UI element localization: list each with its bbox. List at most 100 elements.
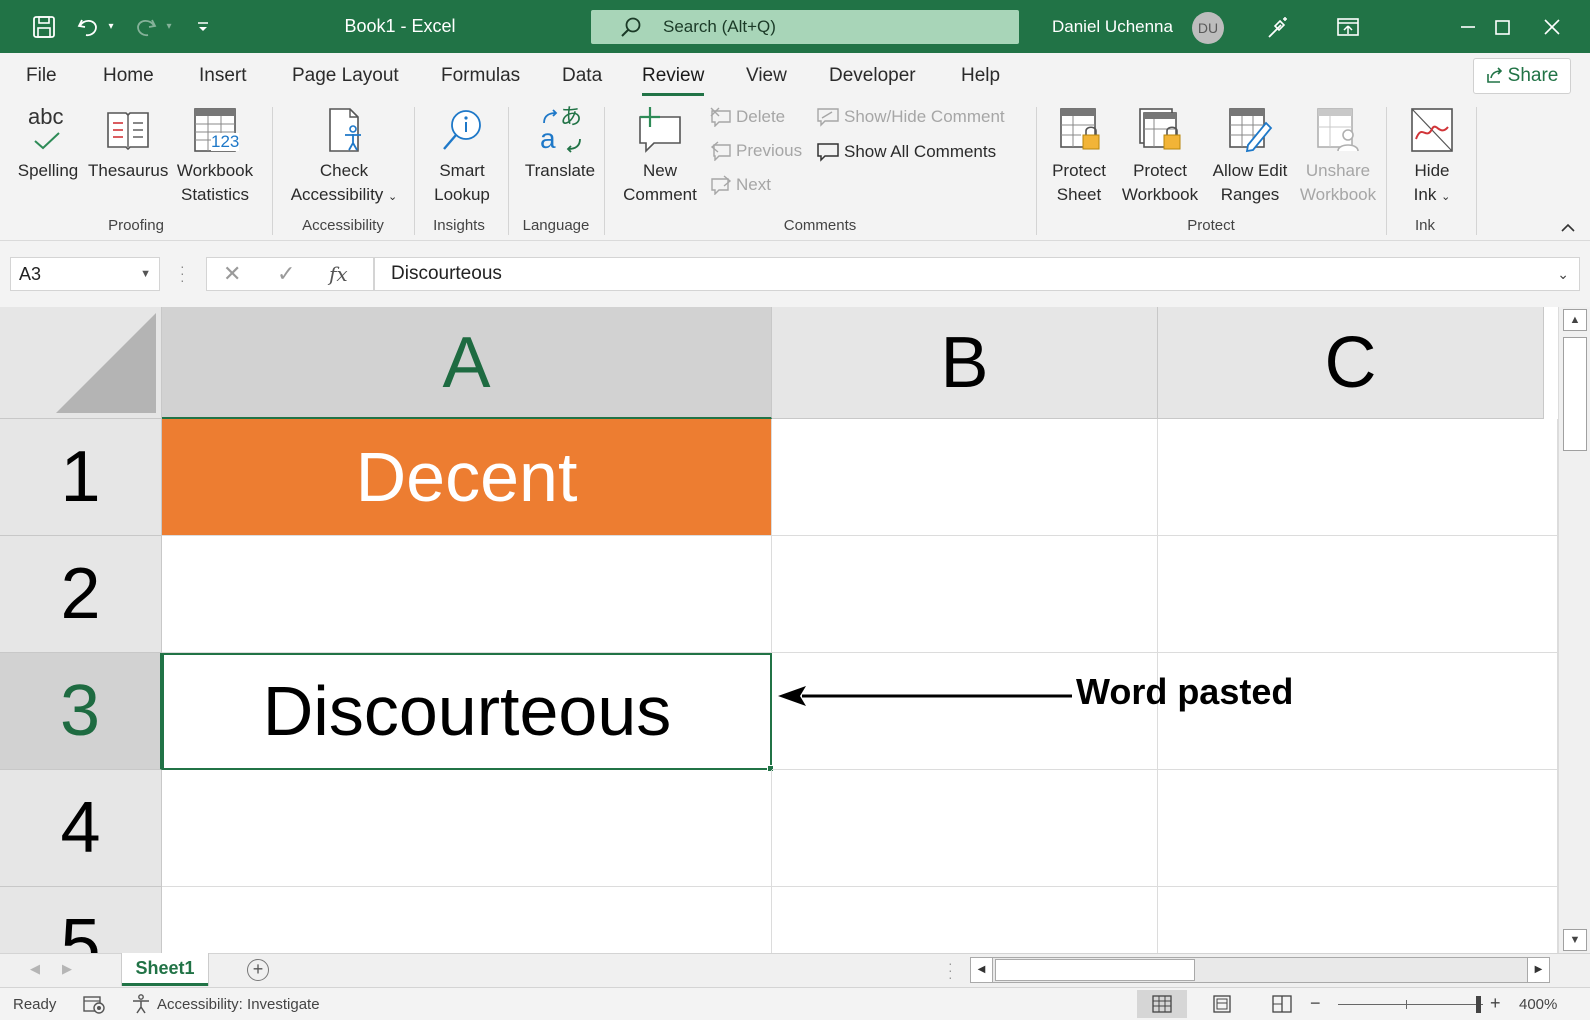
group-separator [1036, 107, 1037, 235]
tab-review[interactable]: Review [642, 65, 705, 96]
show-all-comments-button[interactable]: Show All Comments [816, 141, 996, 163]
row-header-3[interactable]: 3 [0, 653, 162, 770]
scroll-up-icon[interactable]: ▲ [1563, 309, 1587, 331]
smart-lookup-button[interactable]: Smart Lookup [424, 105, 500, 207]
cell-b4[interactable] [772, 770, 1158, 887]
page-break-view-icon[interactable] [1257, 990, 1307, 1018]
scroll-down-icon[interactable]: ▼ [1563, 929, 1587, 951]
cell-a3[interactable]: Discourteous [162, 653, 772, 770]
group-separator [272, 107, 273, 235]
hide-ink-button[interactable]: Hide Ink ⌄ [1400, 105, 1464, 209]
sheet-next-icon[interactable]: ▶ [62, 961, 72, 977]
accessibility-status-icon[interactable] [130, 993, 152, 1019]
macro-recording-icon[interactable] [82, 994, 106, 1018]
undo-icon[interactable] [72, 0, 104, 53]
ribbon-display-options-icon[interactable] [1326, 0, 1370, 53]
cell-b2[interactable] [772, 536, 1158, 653]
cell-a4[interactable] [162, 770, 772, 887]
cell-b5[interactable] [772, 887, 1158, 953]
chevron-down-icon[interactable]: ▼ [140, 258, 151, 290]
row-header-2[interactable]: 2 [0, 536, 162, 653]
collapse-ribbon-icon[interactable] [1561, 220, 1575, 238]
resize-handle-icon[interactable]: · · · [180, 259, 185, 287]
tab-insert[interactable]: Insert [199, 65, 247, 87]
customize-qat-icon[interactable] [192, 0, 214, 53]
zoom-level[interactable]: 400% [1519, 996, 1557, 1013]
select-all-corner[interactable] [0, 307, 162, 419]
expand-formula-icon[interactable]: ⌄ [1557, 258, 1569, 290]
tab-data[interactable]: Data [562, 65, 602, 87]
add-sheet-icon[interactable]: + [247, 959, 269, 981]
allow-edit-ranges-label: Allow Edit Ranges [1212, 161, 1288, 204]
protect-sheet-button[interactable]: Protect Sheet [1044, 105, 1114, 207]
thesaurus-label: Thesaurus [88, 161, 169, 180]
annotation-arrow [778, 686, 1072, 706]
vertical-scroll-thumb[interactable] [1563, 337, 1587, 451]
designer-wand-icon[interactable] [1258, 0, 1298, 53]
cell-c4[interactable] [1158, 770, 1558, 887]
cell-c1[interactable] [1158, 419, 1558, 536]
search-box[interactable]: Search (Alt+Q) [591, 10, 1019, 44]
formula-input[interactable]: Discourteous ⌄ [374, 257, 1580, 291]
column-header-b[interactable]: B [772, 307, 1158, 419]
zoom-slider-thumb[interactable] [1476, 996, 1481, 1013]
check-accessibility-label: Check Accessibility ⌄ [290, 161, 398, 204]
cell-c2[interactable] [1158, 536, 1558, 653]
avatar[interactable]: DU [1192, 12, 1224, 44]
tab-formulas[interactable]: Formulas [441, 65, 520, 87]
sheet-tab-bar: ◀ ▶ Sheet1 + · · · ◀ ▶ [0, 953, 1590, 987]
tab-help[interactable]: Help [961, 65, 1000, 87]
zoom-100-tick [1406, 1000, 1407, 1009]
new-comment-button[interactable]: New Comment [614, 105, 706, 207]
user-name[interactable]: Daniel Uchenna [1052, 0, 1173, 53]
zoom-in-button[interactable]: + [1490, 993, 1501, 1014]
maximize-icon[interactable] [1480, 0, 1524, 53]
tab-home[interactable]: Home [103, 65, 154, 87]
cell-a5[interactable] [162, 887, 772, 953]
cell-c5[interactable] [1158, 887, 1558, 953]
spelling-button[interactable]: abc Spelling [14, 105, 82, 183]
vertical-scrollbar[interactable]: ▲ ▼ [1558, 307, 1590, 953]
row-header-1[interactable]: 1 [0, 419, 162, 536]
sheet-prev-icon[interactable]: ◀ [30, 961, 40, 977]
scroll-left-icon[interactable]: ◀ [971, 958, 993, 982]
cell-b1[interactable] [772, 419, 1158, 536]
sheet-tab-sheet1[interactable]: Sheet1 [122, 953, 208, 986]
column-header-a[interactable]: A [162, 307, 772, 419]
cell-a2[interactable] [162, 536, 772, 653]
close-icon[interactable] [1530, 0, 1574, 53]
tab-file[interactable]: File [26, 65, 57, 87]
row-header-5[interactable]: 5 [0, 887, 162, 953]
save-icon[interactable] [26, 0, 62, 53]
protect-sheet-label: Protect Sheet [1052, 161, 1106, 204]
normal-view-icon[interactable] [1137, 990, 1187, 1018]
share-button[interactable]: Share [1473, 58, 1571, 94]
zoom-out-button[interactable]: − [1310, 993, 1321, 1014]
column-header-c[interactable]: C [1158, 307, 1544, 419]
allow-edit-ranges-button[interactable]: Allow Edit Ranges [1206, 105, 1294, 207]
previous-comment-button: Previous [710, 141, 802, 161]
thesaurus-button[interactable]: Thesaurus [88, 105, 168, 183]
page-layout-view-icon[interactable] [1197, 990, 1247, 1018]
translate-button[interactable]: あ a Translate [518, 105, 602, 183]
smart-lookup-icon [443, 110, 481, 150]
show-hide-comment-icon [817, 108, 839, 127]
scroll-right-icon[interactable]: ▶ [1527, 958, 1549, 982]
tab-page-layout[interactable]: Page Layout [292, 65, 399, 87]
check-accessibility-button[interactable]: Check Accessibility ⌄ [284, 105, 404, 209]
tab-view[interactable]: View [746, 65, 787, 87]
insert-function-icon[interactable]: fx [329, 262, 348, 286]
undo-dropdown-icon[interactable]: ▾ [104, 0, 118, 53]
name-box[interactable]: A3 ▼ [10, 257, 160, 291]
worksheet-grid[interactable]: A B C 1 2 3 4 5 Decent Discourteous Word… [0, 307, 1558, 953]
horizontal-scrollbar[interactable]: ◀ ▶ [970, 957, 1550, 983]
tab-developer[interactable]: Developer [829, 65, 916, 87]
workbook-statistics-button[interactable]: 123 Workbook Statistics [172, 105, 258, 207]
protect-workbook-button[interactable]: Protect Workbook [1116, 105, 1204, 207]
accessibility-status[interactable]: Accessibility: Investigate [157, 996, 320, 1013]
horizontal-scroll-thumb[interactable] [995, 959, 1195, 981]
cell-a1[interactable]: Decent [162, 419, 772, 536]
row-header-4[interactable]: 4 [0, 770, 162, 887]
resize-handle-icon[interactable]: · · · [948, 956, 953, 984]
zoom-slider[interactable] [1338, 1004, 1483, 1005]
